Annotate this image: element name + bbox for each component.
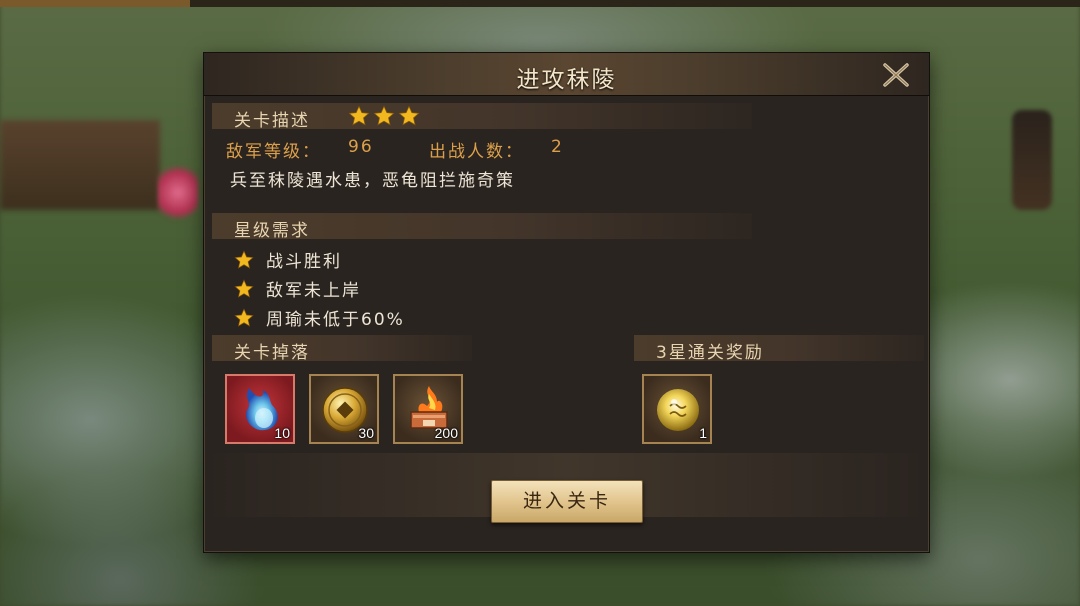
star-icon (234, 278, 254, 298)
description-section-header: 关卡描述 (212, 103, 752, 131)
troops-label: 出战人数： (429, 142, 524, 162)
enemy-level-label: 敌军等级： (226, 142, 321, 162)
star-icon (398, 105, 420, 126)
drops-header: 关卡掉落 (212, 335, 472, 363)
drop-item-soul-flame[interactable]: 10 (225, 374, 295, 444)
item-count: 1 (699, 425, 707, 441)
drop-item-fire-chest[interactable]: 200 (393, 374, 463, 444)
star-icon (234, 307, 254, 327)
requirement-text: 敌军未上岸 (266, 281, 361, 301)
enter-stage-button[interactable]: 进入关卡 (491, 480, 643, 523)
enemy-level-value: 96 (348, 137, 374, 157)
star-icon (348, 105, 370, 126)
requirement-item: 战斗胜利 (234, 247, 342, 272)
earned-stars (348, 105, 420, 127)
star-icon (373, 105, 395, 126)
star-requirements-label: 星级需求 (234, 221, 310, 241)
requirement-item: 周瑜未低于60% (234, 305, 405, 330)
item-count: 200 (434, 425, 458, 441)
requirement-text: 周瑜未低于60% (266, 310, 405, 330)
close-button[interactable] (880, 61, 912, 89)
requirement-text: 战斗胜利 (266, 252, 342, 272)
description-label: 关卡描述 (234, 111, 310, 131)
dialog-title: 进攻秣陵 (516, 67, 617, 93)
reward-item-gold-orb[interactable]: 1 (642, 374, 712, 444)
drop-item-coin[interactable]: 30 (309, 374, 379, 444)
three-star-reward-label: 3星通关奖励 (656, 343, 764, 363)
requirement-item: 敌军未上岸 (234, 276, 361, 301)
troops-value: 2 (551, 137, 564, 157)
star-requirements-header: 星级需求 (212, 213, 752, 241)
item-count: 10 (274, 425, 290, 441)
dialog-titlebar: 进攻秣陵 (204, 53, 929, 96)
three-star-reward-header: 3星通关奖励 (634, 335, 924, 363)
gold-orb-icon (657, 389, 699, 431)
close-icon (883, 63, 909, 87)
stage-dialog: 进攻秣陵 关卡描述 敌军等级： 96 出战人数： 2 兵至秣陵遇水患，恶龟阻拦施… (203, 52, 930, 553)
story-text: 兵至秣陵遇水患，恶龟阻拦施奇策 (230, 171, 515, 191)
drops-label: 关卡掉落 (234, 343, 310, 363)
item-count: 30 (358, 425, 374, 441)
star-icon (234, 249, 254, 269)
